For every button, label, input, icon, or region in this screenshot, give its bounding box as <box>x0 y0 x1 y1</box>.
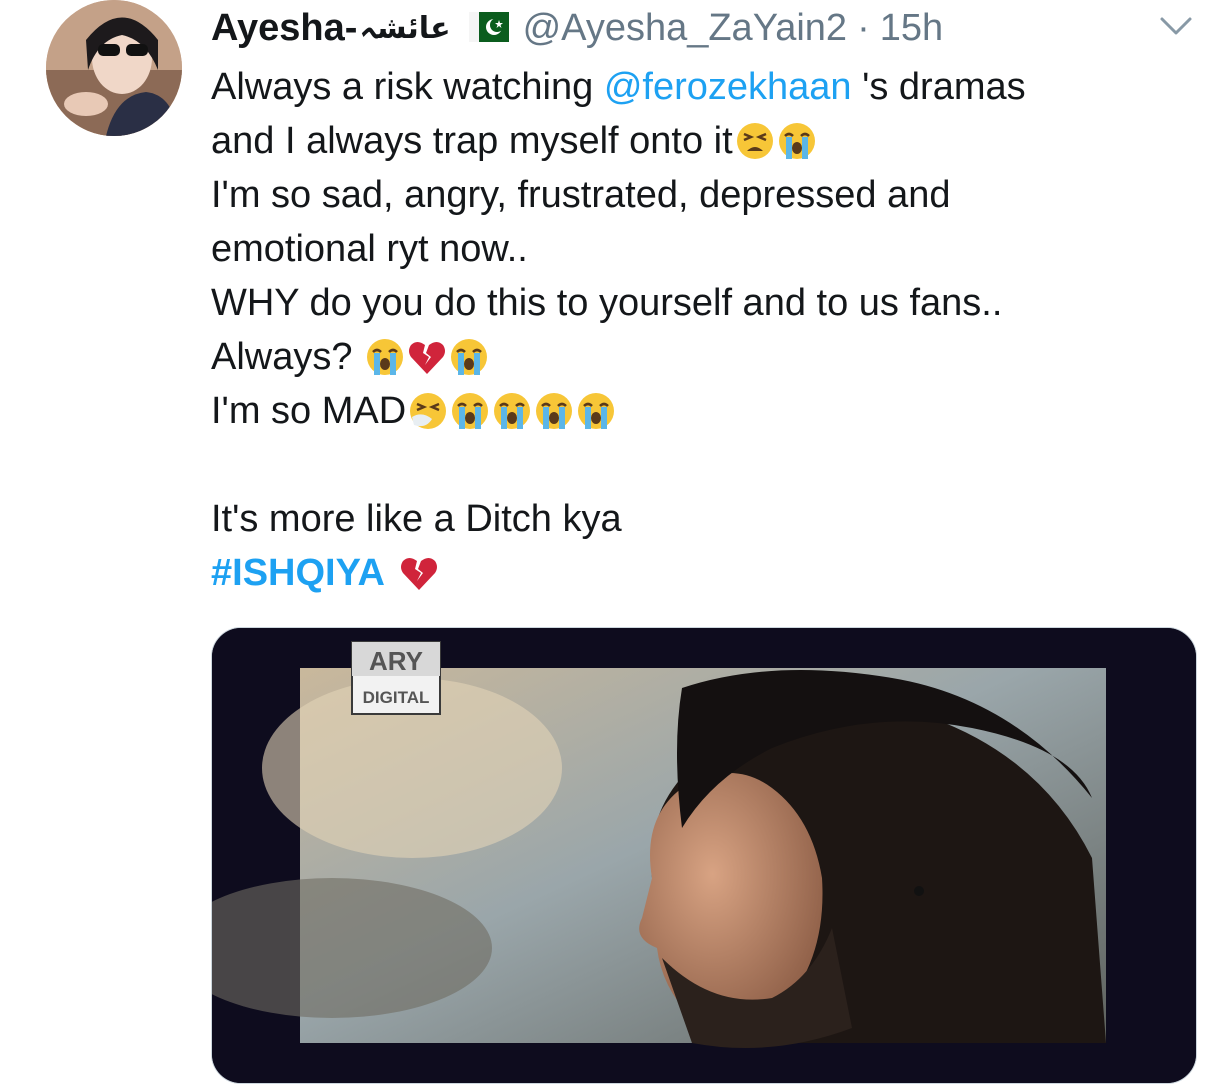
pakistan-flag-icon <box>468 9 509 42</box>
timestamp[interactable]: 15h <box>880 7 943 50</box>
crying-face-emoji-icon <box>576 391 616 431</box>
tweet-line: Always? <box>211 330 1211 384</box>
tweet-header: Ayesha- عائشہ @Ayesha_ZaYain2 · 15h <box>211 2 943 54</box>
tweet-text-segment: and I always trap myself onto it <box>211 120 733 162</box>
tweet-line: I'm so sad, angry, frustrated, depressed… <box>211 168 1211 222</box>
tweet-line: I'm so MAD <box>211 384 1211 438</box>
crying-face-emoji-icon <box>449 337 489 377</box>
broken-heart-emoji-icon <box>399 553 439 593</box>
tired-face-emoji-icon <box>735 121 775 161</box>
channel-logo-bottom: DIGITAL <box>363 688 430 707</box>
mention-link[interactable]: @ferozekhaan <box>604 60 852 114</box>
tweet-text-segment: I'm so sad, angry, frustrated, depressed… <box>211 174 951 216</box>
tweet-text-segment: I'm so MAD <box>211 390 407 432</box>
tweet-line: and I always trap myself onto it <box>211 114 1211 168</box>
crying-face-emoji-icon <box>450 391 490 431</box>
sneezing-face-emoji-icon <box>408 391 448 431</box>
user-handle[interactable]: @Ayesha_ZaYain2 <box>523 7 847 50</box>
tweet-line: emotional ryt now.. <box>211 222 1211 276</box>
display-name-urdu[interactable]: عائشہ <box>359 11 450 46</box>
tweet-line: WHY do you do this to yourself and to us… <box>211 276 1211 330</box>
tweet-text-segment: It's more like a Ditch kya <box>211 498 622 540</box>
tweet-text-segment: 's dramas <box>851 66 1026 108</box>
tweet-text-segment: WHY do you do this to yourself and to us… <box>211 282 1003 324</box>
tweet-line: It's more like a Ditch kya <box>211 492 1211 546</box>
tweet-text-segment: emotional ryt now.. <box>211 228 528 270</box>
tweet-line: #ISHQIYA <box>211 546 1211 600</box>
tweet-line: Always a risk watching @ferozekhaan 's d… <box>211 60 1211 114</box>
channel-logo-top: ARY <box>369 646 423 676</box>
media-video-thumbnail[interactable]: ARY DIGITAL <box>211 627 1197 1084</box>
display-name[interactable]: Ayesha- <box>211 7 357 50</box>
avatar[interactable] <box>46 0 182 136</box>
crying-face-emoji-icon <box>492 391 532 431</box>
crying-face-emoji-icon <box>534 391 574 431</box>
broken-heart-emoji-icon <box>407 337 447 377</box>
hashtag-link[interactable]: #ISHQIYA <box>211 546 385 600</box>
tweet-text-segment: Always? <box>211 336 364 378</box>
crying-face-emoji-icon <box>365 337 405 377</box>
tweet-text-segment: Always a risk watching <box>211 66 604 108</box>
tweet-body: Always a risk watching @ferozekhaan 's d… <box>211 60 1211 600</box>
crying-face-emoji-icon <box>777 121 817 161</box>
separator-dot: · <box>857 6 870 49</box>
chevron-down-icon[interactable] <box>1158 14 1194 38</box>
